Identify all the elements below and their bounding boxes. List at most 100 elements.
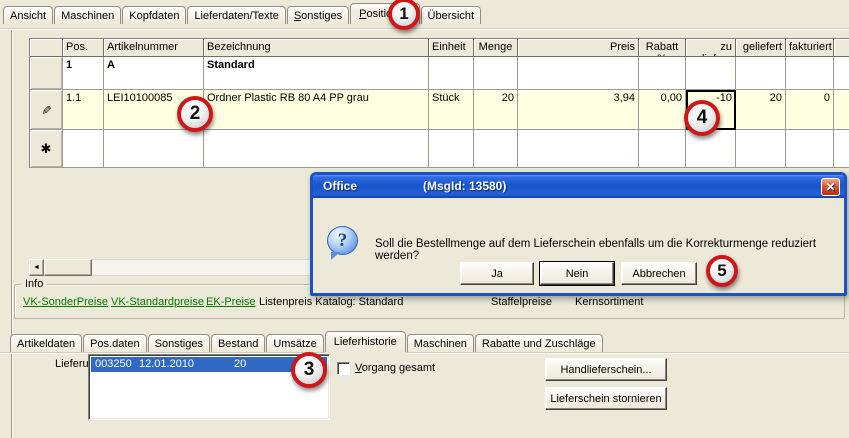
dialog-close-button[interactable]: ✕ bbox=[821, 178, 840, 196]
cell-new-pos[interactable] bbox=[63, 130, 104, 168]
annotation-badge-1: 1 bbox=[388, 0, 420, 30]
grid-header-preis[interactable]: Preis bbox=[518, 39, 639, 57]
tab-ansicht[interactable]: Ansicht bbox=[3, 6, 53, 24]
cell-group-menge[interactable] bbox=[474, 57, 518, 90]
row-selector-editing[interactable]: ✎ bbox=[30, 90, 63, 130]
dialog-message-text: Soll die Bestellmenge auf dem Liefersche… bbox=[375, 238, 840, 262]
cell-group-geliefert[interactable] bbox=[736, 57, 786, 90]
cell-item-fakturiert[interactable]: 0 bbox=[786, 90, 834, 130]
new-row-asterisk-icon: ✱ bbox=[41, 141, 52, 157]
cell-new-einheit[interactable] bbox=[429, 130, 474, 168]
dialog-title-msgid: (MsgId: 13580) bbox=[423, 175, 506, 198]
cell-item-geliefert[interactable]: 20 bbox=[736, 90, 786, 130]
listenpreis-katalog-text: Listenpreis Katalog: Standard bbox=[259, 296, 403, 308]
cell-new-geliefert[interactable] bbox=[736, 130, 786, 168]
lieferschein-stornieren-button[interactable]: Lieferschein stornieren bbox=[545, 387, 667, 410]
grid-header-menge[interactable]: Menge bbox=[474, 39, 518, 57]
cell-group-rabatt[interactable] bbox=[639, 57, 686, 90]
annotation-badge-5: 5 bbox=[706, 255, 738, 287]
panel-left-edge bbox=[11, 30, 13, 438]
cell-new-artikelnummer[interactable] bbox=[104, 130, 204, 168]
tab-lieferhistorie[interactable]: Lieferhistorie bbox=[325, 331, 406, 352]
cell-group-preis[interactable] bbox=[518, 57, 639, 90]
cell-new-fakturiert[interactable] bbox=[786, 130, 834, 168]
annotation-badge-2: 2 bbox=[177, 96, 213, 132]
grid-header-row: Pos. Artikelnummer Bezeichnung Einheit M… bbox=[30, 39, 849, 57]
tab-rabatte-und-zuschlaege[interactable]: Rabatte und Zuschläge bbox=[475, 334, 603, 352]
tab-posdaten[interactable]: Pos.daten bbox=[83, 334, 147, 352]
ja-button[interactable]: Ja bbox=[460, 262, 534, 285]
tab-lieferdaten-texte[interactable]: Lieferdaten/Texte bbox=[187, 6, 285, 24]
grid-header-zu-liefern[interactable]: zu liefern bbox=[686, 39, 736, 57]
staffelpreise-value: Kernsortiment bbox=[575, 296, 643, 308]
tab-uebersicht[interactable]: Übersicht bbox=[421, 6, 481, 24]
cell-item-pos[interactable]: 1.1 bbox=[63, 90, 104, 130]
cell-group-zu-liefern[interactable] bbox=[686, 57, 736, 90]
tab-umsaetze[interactable]: Umsätze bbox=[266, 334, 323, 352]
link-ek-preise[interactable]: EK-Preise bbox=[206, 296, 256, 308]
grid-header-selector[interactable] bbox=[30, 39, 63, 57]
grid-group-row: 1 A Standard bbox=[30, 57, 849, 90]
row-selector-new[interactable]: ✱ bbox=[30, 130, 63, 168]
grid-item-row: ✎ 1.1 LEI10100085 Ordner Plastic RB 80 A… bbox=[30, 90, 849, 130]
nein-button[interactable]: Nein bbox=[540, 262, 614, 285]
cell-new-preis[interactable] bbox=[518, 130, 639, 168]
bottom-panel-edge bbox=[0, 352, 849, 354]
annotation-badge-4: 4 bbox=[684, 100, 720, 136]
question-balloon-icon: ? bbox=[327, 226, 358, 255]
scroll-left-button[interactable]: ◄ bbox=[29, 259, 44, 276]
grid-header-bezeichnung[interactable]: Bezeichnung bbox=[204, 39, 429, 57]
tab-sonstiges-bottom[interactable]: Sonstiges bbox=[148, 334, 210, 352]
cell-item-preis[interactable]: 3,94 bbox=[518, 90, 639, 130]
tab-sonstiges-top[interactable]: Sonstiges bbox=[287, 6, 349, 24]
link-vk-sonderpreise[interactable]: VK-SonderPreise bbox=[23, 296, 108, 308]
vorgang-gesamt-label: Vorgang gesamt bbox=[355, 362, 435, 374]
cell-item-rabatt[interactable]: 0,00 bbox=[639, 90, 686, 130]
handlieferschein-button[interactable]: Handlieferschein... bbox=[545, 358, 667, 381]
dialog-titlebar[interactable]: Office (MsgId: 13580) ✕ bbox=[313, 175, 844, 198]
vorgang-gesamt-checkbox[interactable] bbox=[337, 362, 350, 375]
scroll-left-arrow-icon: ◄ bbox=[33, 264, 40, 271]
grid-header-rabatt[interactable]: Rabatt % bbox=[639, 39, 686, 57]
tab-maschinen-bottom[interactable]: Maschinen bbox=[407, 334, 474, 352]
cell-group-einheit[interactable] bbox=[429, 57, 474, 90]
tab-artikeldaten[interactable]: Artikeldaten bbox=[10, 334, 82, 352]
cell-new-rabatt[interactable] bbox=[639, 130, 686, 168]
cell-item-einheit[interactable]: Stück bbox=[429, 90, 474, 130]
positions-grid: Pos. Artikelnummer Bezeichnung Einheit M… bbox=[29, 38, 849, 168]
row-selector-group[interactable] bbox=[30, 57, 63, 90]
dialog-title-app: Office bbox=[323, 175, 357, 198]
tab-maschinen-top[interactable]: Maschinen bbox=[54, 6, 121, 24]
question-balloon-tail bbox=[331, 252, 340, 260]
grid-header-pos[interactable]: Pos. bbox=[63, 39, 104, 57]
tab-kopfdaten[interactable]: Kopfdaten bbox=[122, 6, 186, 24]
link-vk-standardpreise[interactable]: VK-Standardpreise bbox=[111, 296, 204, 308]
grid-header-fakturiert[interactable]: fakturiert bbox=[786, 39, 834, 57]
cell-group-bezeichnung[interactable]: Standard bbox=[204, 57, 429, 90]
grid-header-artikelnummer[interactable]: Artikelnummer bbox=[104, 39, 204, 57]
cell-new-zu-liefern[interactable] bbox=[686, 130, 736, 168]
cell-group-pos[interactable]: 1 bbox=[63, 57, 104, 90]
annotation-badge-3: 3 bbox=[291, 352, 327, 388]
grid-hscrollbar-thumb[interactable] bbox=[44, 259, 92, 276]
delivery-quantity: 20 bbox=[234, 358, 246, 370]
cell-new-menge[interactable] bbox=[474, 130, 518, 168]
abbrechen-button[interactable]: Abbrechen bbox=[621, 262, 697, 285]
staffelpreise-label: Staffelpreise bbox=[491, 296, 552, 308]
cell-group-artikelnummer[interactable]: A bbox=[104, 57, 204, 90]
app-window: AnsichtMaschinenKopfdatenLieferdaten/Tex… bbox=[0, 0, 849, 438]
question-mark-glyph: ? bbox=[328, 227, 357, 254]
cell-group-fakturiert[interactable] bbox=[786, 57, 834, 90]
edit-pencil-icon: ✎ bbox=[39, 104, 53, 114]
close-x-icon: ✕ bbox=[825, 176, 835, 199]
cell-new-bezeichnung[interactable] bbox=[204, 130, 429, 168]
cell-item-menge[interactable]: 20 bbox=[474, 90, 518, 130]
grid-header-filler bbox=[834, 39, 849, 57]
cell-item-bezeichnung[interactable]: Ordner Plastic RB 80 A4 PP grau bbox=[204, 90, 429, 130]
delivery-date: 12.01.2010 bbox=[139, 358, 194, 370]
tab-bestand[interactable]: Bestand bbox=[211, 334, 265, 352]
grid-header-geliefert[interactable]: geliefert bbox=[736, 39, 786, 57]
grid-new-row: ✱ bbox=[30, 130, 849, 168]
grid-header-einheit[interactable]: Einheit bbox=[429, 39, 474, 57]
cell-item-filler bbox=[834, 90, 849, 130]
